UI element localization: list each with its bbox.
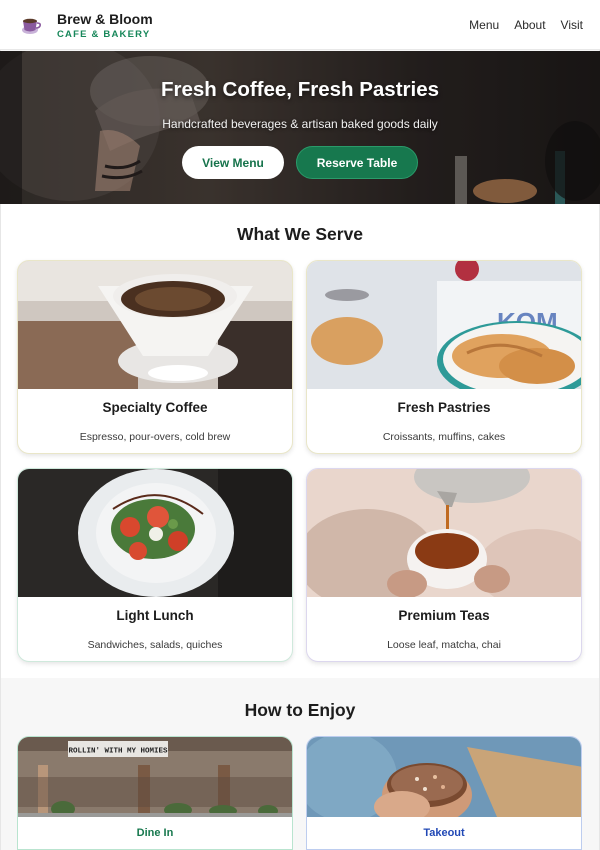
pastries-image: KOM bbox=[307, 261, 581, 389]
hero-banner: Fresh Coffee, Fresh Pastries Handcrafted… bbox=[0, 51, 600, 204]
salad-image bbox=[18, 469, 292, 597]
reserve-table-button[interactable]: Reserve Table bbox=[296, 146, 418, 179]
card-description: Espresso, pour-overs, cold brew bbox=[79, 431, 231, 443]
enjoy-section-title: How to Enjoy bbox=[244, 700, 356, 720]
card-title: Light Lunch bbox=[116, 608, 194, 623]
option-label: Dine In bbox=[136, 827, 174, 839]
nav-link-menu[interactable]: Menu bbox=[469, 18, 499, 32]
hero-title: Fresh Coffee, Fresh Pastries bbox=[161, 78, 439, 101]
card-title: Premium Teas bbox=[398, 608, 490, 623]
card-description: Sandwiches, salads, quiches bbox=[87, 639, 223, 651]
card-description: Croissants, muffins, cakes bbox=[382, 431, 506, 443]
dine-in-sign-text: ROLLIN' WITH MY HOMIES bbox=[68, 748, 168, 756]
coffee-cup-icon[interactable] bbox=[17, 10, 45, 38]
card-fresh-pastries[interactable]: KOM Fresh Pastries Croissants, muffins, … bbox=[306, 260, 582, 454]
takeout-image bbox=[307, 737, 581, 817]
card-title: Specialty Coffee bbox=[102, 400, 208, 415]
card-premium-teas[interactable]: Premium Teas Loose leaf, matcha, chai bbox=[306, 468, 582, 662]
brand-tagline: CAFE & BAKERY bbox=[57, 29, 151, 40]
coffee-image bbox=[18, 261, 292, 389]
card-light-lunch[interactable]: Light Lunch Sandwiches, salads, quiches bbox=[17, 468, 293, 662]
main-nav: Menu About Visit bbox=[469, 18, 583, 32]
brand-name[interactable]: Brew & Bloom bbox=[57, 11, 153, 27]
hero-subtitle: Handcrafted beverages & artisan baked go… bbox=[162, 117, 438, 131]
dine-in-image: ROLLIN' WITH MY HOMIES bbox=[18, 737, 292, 817]
view-menu-button[interactable]: View Menu bbox=[182, 146, 284, 179]
option-takeout[interactable]: Takeout bbox=[306, 736, 582, 850]
option-label: Takeout bbox=[423, 827, 465, 839]
card-specialty-coffee[interactable]: Specialty Coffee Espresso, pour-overs, c… bbox=[17, 260, 293, 454]
option-dine-in[interactable]: ROLLIN' WITH MY HOMIES Dine In bbox=[17, 736, 293, 850]
card-title: Fresh Pastries bbox=[397, 400, 491, 415]
tea-image bbox=[307, 469, 581, 597]
nav-link-about[interactable]: About bbox=[514, 18, 545, 32]
card-description: Loose leaf, matcha, chai bbox=[387, 639, 501, 651]
serve-section-title: What We Serve bbox=[236, 224, 364, 244]
nav-link-visit[interactable]: Visit bbox=[561, 18, 583, 32]
site-header: Brew & Bloom CAFE & BAKERY Menu About Vi… bbox=[0, 0, 600, 50]
